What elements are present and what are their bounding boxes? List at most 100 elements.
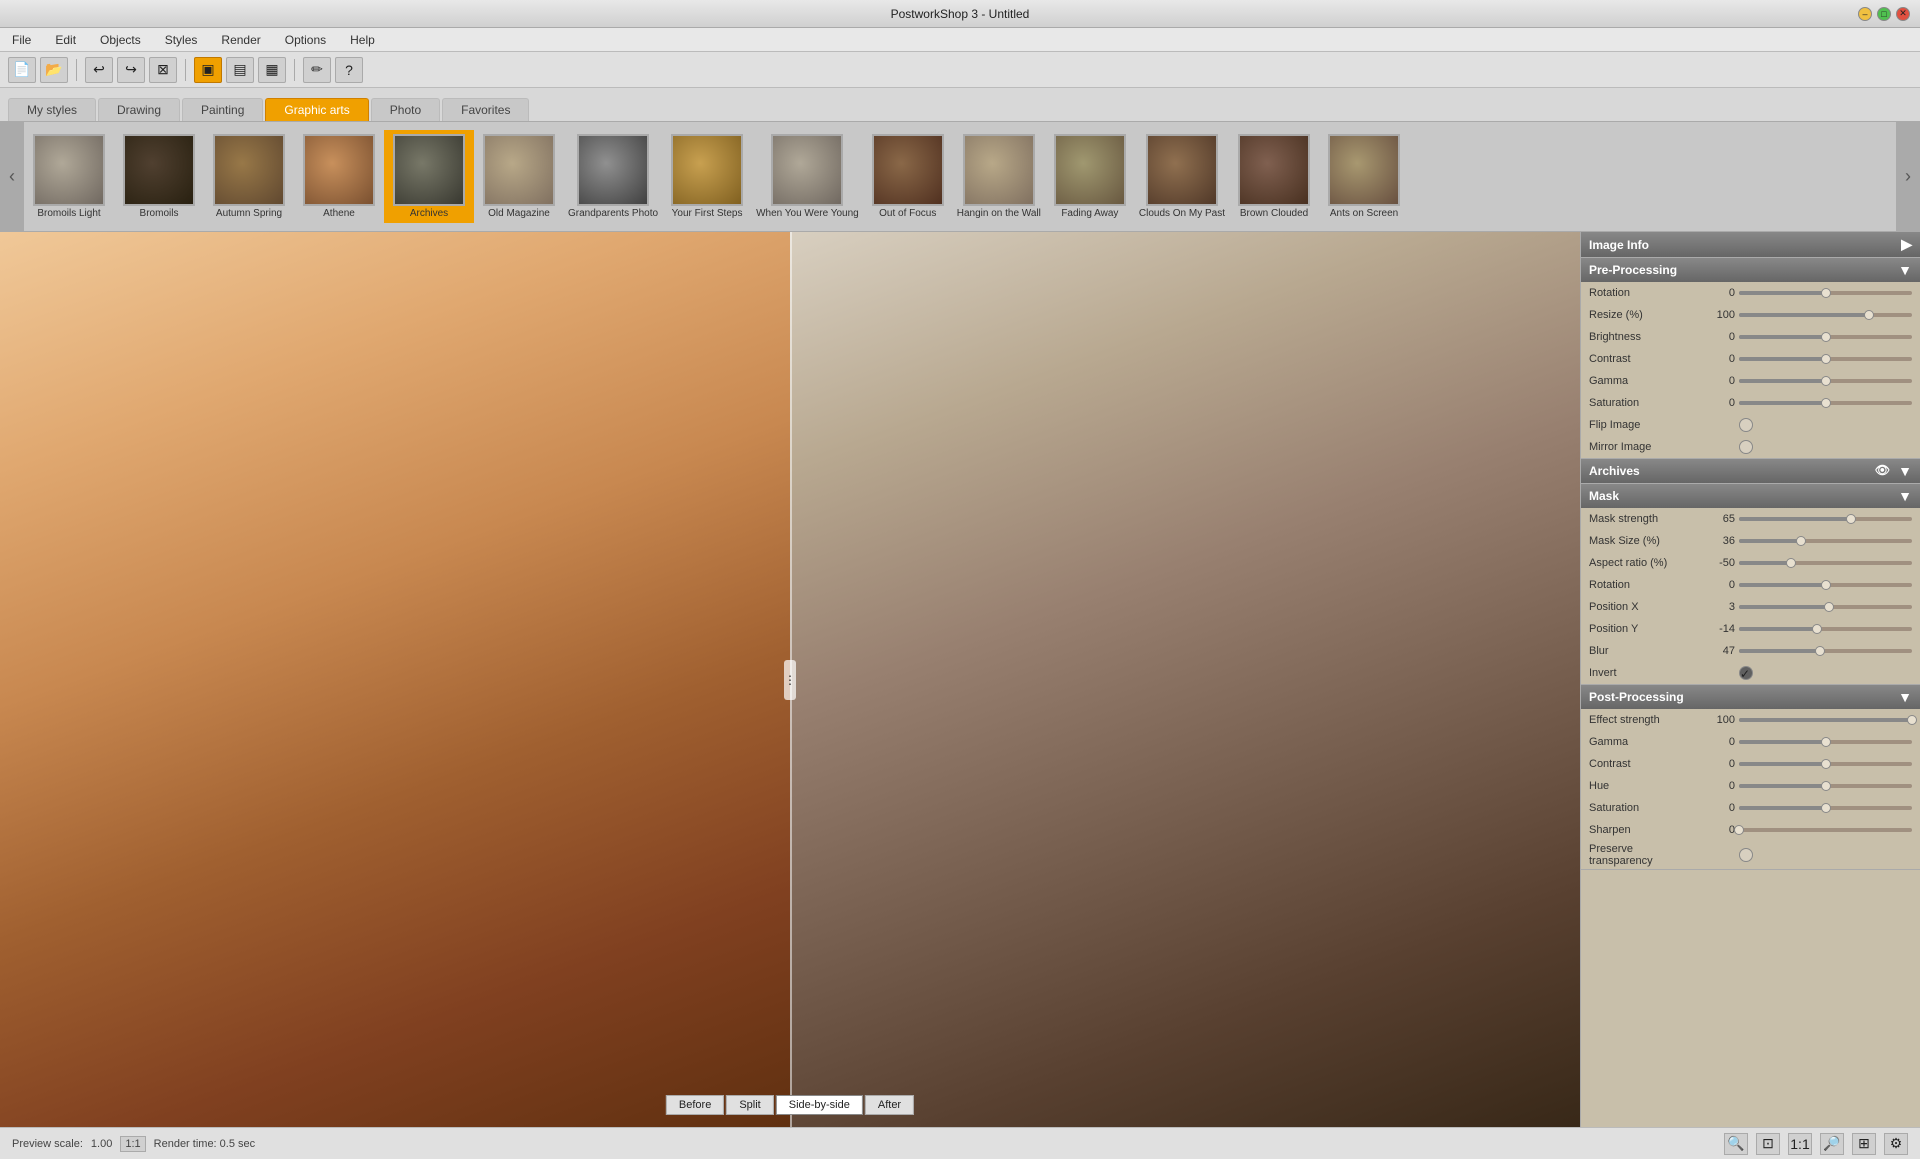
archives-header[interactable]: Archives 👁 ▼ bbox=[1581, 459, 1920, 483]
post-contrast-slider[interactable] bbox=[1739, 762, 1912, 766]
help-button[interactable]: ? bbox=[335, 57, 363, 83]
zoom-in-button[interactable]: 🔎 bbox=[1820, 1133, 1844, 1155]
mask-blur-slider[interactable] bbox=[1739, 649, 1912, 653]
menu-render[interactable]: Render bbox=[217, 31, 264, 49]
mask-size-thumb[interactable] bbox=[1796, 536, 1806, 546]
pre-resize-thumb[interactable] bbox=[1864, 310, 1874, 320]
reset-button[interactable]: ⊠ bbox=[149, 57, 177, 83]
pre-rotation-thumb[interactable] bbox=[1821, 288, 1831, 298]
filter-out-of-focus[interactable]: Out of Focus bbox=[863, 130, 953, 223]
pre-brightness-slider[interactable] bbox=[1739, 335, 1912, 339]
view-side-by-side-button[interactable]: Side-by-side bbox=[776, 1095, 863, 1115]
post-gamma-thumb[interactable] bbox=[1821, 737, 1831, 747]
post-gamma-slider[interactable] bbox=[1739, 740, 1912, 744]
pre-gamma-slider[interactable] bbox=[1739, 379, 1912, 383]
view-before-button[interactable]: Before bbox=[666, 1095, 724, 1115]
mask-size-slider[interactable] bbox=[1739, 539, 1912, 543]
tab-favorites[interactable]: Favorites bbox=[442, 98, 529, 121]
tab-graphic-arts[interactable]: Graphic arts bbox=[265, 98, 368, 121]
filter-bromoils[interactable]: Bromoils bbox=[114, 130, 204, 223]
menu-objects[interactable]: Objects bbox=[96, 31, 145, 49]
filter-brown-clouded[interactable]: Brown Clouded bbox=[1229, 130, 1319, 223]
tab-my-styles[interactable]: My styles bbox=[8, 98, 96, 121]
pre-rotation-slider[interactable] bbox=[1739, 291, 1912, 295]
menu-styles[interactable]: Styles bbox=[161, 31, 202, 49]
pre-resize-slider[interactable] bbox=[1739, 313, 1912, 317]
filter-when-you-were-young[interactable]: When You Were Young bbox=[752, 130, 863, 223]
pre-contrast-thumb[interactable] bbox=[1821, 354, 1831, 364]
open-button[interactable]: 📂 bbox=[40, 57, 68, 83]
post-processing-header[interactable]: Post-Processing ▼ bbox=[1581, 685, 1920, 709]
pre-contrast-slider[interactable] bbox=[1739, 357, 1912, 361]
zoom-fit-button[interactable]: ⊡ bbox=[1756, 1133, 1780, 1155]
menu-options[interactable]: Options bbox=[281, 31, 330, 49]
settings-button[interactable]: ⚙ bbox=[1884, 1133, 1908, 1155]
split-handle[interactable]: ⋮ bbox=[784, 660, 796, 700]
post-effect-strength-thumb[interactable] bbox=[1907, 715, 1917, 725]
filter-clouds-on-my-past[interactable]: Clouds On My Past bbox=[1135, 130, 1229, 223]
view-side-button[interactable]: ▦ bbox=[258, 57, 286, 83]
mask-aspect-slider[interactable] bbox=[1739, 561, 1912, 565]
mask-collapse-icon[interactable]: ▼ bbox=[1898, 488, 1912, 504]
mask-blur-thumb[interactable] bbox=[1815, 646, 1825, 656]
tab-painting[interactable]: Painting bbox=[182, 98, 263, 121]
menu-edit[interactable]: Edit bbox=[51, 31, 80, 49]
archives-collapse-icon[interactable]: ▼ bbox=[1898, 463, 1912, 479]
post-contrast-thumb[interactable] bbox=[1821, 759, 1831, 769]
pre-saturation-thumb[interactable] bbox=[1821, 398, 1831, 408]
new-button[interactable]: 📄 bbox=[8, 57, 36, 83]
post-sharpen-thumb[interactable] bbox=[1734, 825, 1744, 835]
close-button[interactable]: ✕ bbox=[1896, 7, 1910, 21]
pre-processing-collapse-icon[interactable]: ▼ bbox=[1898, 262, 1912, 278]
view-after-button[interactable]: After bbox=[865, 1095, 914, 1115]
mask-header[interactable]: Mask ▼ bbox=[1581, 484, 1920, 508]
mask-pos-y-thumb[interactable] bbox=[1812, 624, 1822, 634]
mask-strength-thumb[interactable] bbox=[1846, 514, 1856, 524]
archives-eye-icon[interactable]: 👁 bbox=[1875, 463, 1890, 479]
menu-help[interactable]: Help bbox=[346, 31, 379, 49]
minimize-button[interactable]: – bbox=[1858, 7, 1872, 21]
filter-old-magazine[interactable]: Old Magazine bbox=[474, 130, 564, 223]
zoom-out-button[interactable]: 🔍 bbox=[1724, 1133, 1748, 1155]
mask-invert-checkbox[interactable]: ✓ bbox=[1739, 666, 1753, 680]
view-split-button[interactable]: ▤ bbox=[226, 57, 254, 83]
mask-aspect-thumb[interactable] bbox=[1786, 558, 1796, 568]
filter-ants-on-screen[interactable]: Ants on Screen bbox=[1319, 130, 1409, 223]
filter-fading-away[interactable]: Fading Away bbox=[1045, 130, 1135, 223]
post-preserve-checkbox[interactable] bbox=[1739, 848, 1753, 862]
zoom-window-button[interactable]: ⊞ bbox=[1852, 1133, 1876, 1155]
mask-strength-slider[interactable] bbox=[1739, 517, 1912, 521]
mask-rotation-slider[interactable] bbox=[1739, 583, 1912, 587]
post-hue-slider[interactable] bbox=[1739, 784, 1912, 788]
filter-autumn-spring[interactable]: Autumn Spring bbox=[204, 130, 294, 223]
window-controls[interactable]: – □ ✕ bbox=[1858, 7, 1910, 21]
post-saturation-slider[interactable] bbox=[1739, 806, 1912, 810]
filter-athene[interactable]: Athene bbox=[294, 130, 384, 223]
pre-brightness-thumb[interactable] bbox=[1821, 332, 1831, 342]
post-hue-thumb[interactable] bbox=[1821, 781, 1831, 791]
mask-pos-x-slider[interactable] bbox=[1739, 605, 1912, 609]
filter-hangin-on-the-wall[interactable]: Hangin on the Wall bbox=[953, 130, 1045, 223]
tab-drawing[interactable]: Drawing bbox=[98, 98, 180, 121]
pre-mirror-checkbox[interactable] bbox=[1739, 440, 1753, 454]
pre-flip-checkbox[interactable] bbox=[1739, 418, 1753, 432]
filter-your-first-steps[interactable]: Your First Steps bbox=[662, 130, 752, 223]
mask-rotation-thumb[interactable] bbox=[1821, 580, 1831, 590]
filter-bromoils-light[interactable]: Bromoils Light bbox=[24, 130, 114, 223]
redo-button[interactable]: ↪ bbox=[117, 57, 145, 83]
filter-archives[interactable]: Archives bbox=[384, 130, 474, 223]
strip-next-button[interactable]: › bbox=[1896, 122, 1920, 231]
pencil-button[interactable]: ✏ bbox=[303, 57, 331, 83]
view-split-button[interactable]: Split bbox=[726, 1095, 773, 1115]
zoom-100-button[interactable]: 1:1 bbox=[1788, 1133, 1812, 1155]
tab-photo[interactable]: Photo bbox=[371, 98, 440, 121]
image-info-collapse-icon[interactable]: ▶ bbox=[1901, 236, 1912, 253]
view-single-button[interactable]: ▣ bbox=[194, 57, 222, 83]
undo-button[interactable]: ↩ bbox=[85, 57, 113, 83]
post-processing-collapse-icon[interactable]: ▼ bbox=[1898, 689, 1912, 705]
filter-grandparents-photo[interactable]: Grandparents Photo bbox=[564, 130, 662, 223]
mask-pos-y-slider[interactable] bbox=[1739, 627, 1912, 631]
image-info-header[interactable]: Image Info ▶ bbox=[1581, 232, 1920, 257]
maximize-button[interactable]: □ bbox=[1877, 7, 1891, 21]
menu-file[interactable]: File bbox=[8, 31, 35, 49]
